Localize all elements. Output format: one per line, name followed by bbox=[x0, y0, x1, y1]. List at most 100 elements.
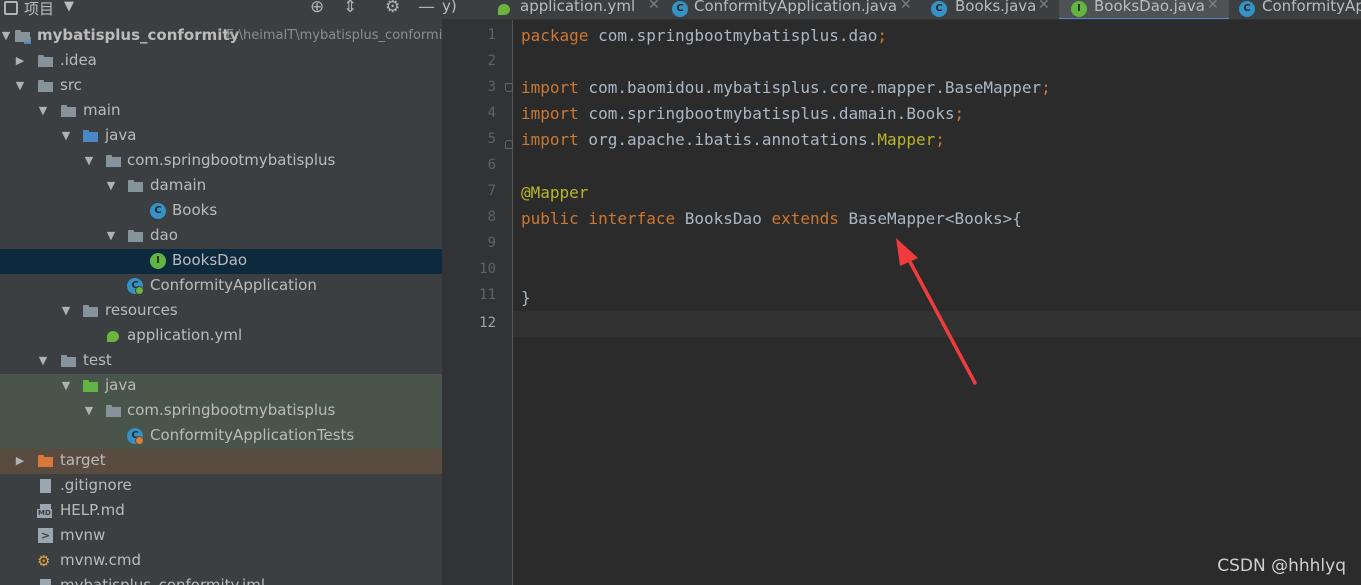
tree-row-mvnw[interactable]: mvnw bbox=[0, 524, 442, 549]
tree-row-damain[interactable]: ▼ damain bbox=[0, 174, 442, 199]
tree-row-dao[interactable]: ▼ dao bbox=[0, 224, 442, 249]
code-line-7: @Mapper bbox=[521, 183, 589, 202]
tree-item-label: java bbox=[105, 376, 137, 394]
tab-books-java[interactable]: C Books.java ✕ bbox=[929, 0, 1059, 19]
gitignore-file-icon bbox=[37, 478, 54, 494]
tree-row-package[interactable]: ▼ com.springbootmybatisplus bbox=[0, 149, 442, 174]
expand-arrow-icon[interactable]: ▼ bbox=[37, 104, 49, 118]
package-icon bbox=[105, 403, 122, 419]
tree-item-label: ConformityApplication bbox=[150, 276, 317, 294]
code-line-5: import org.apache.ibatis.annotations.Map… bbox=[521, 130, 945, 149]
tree-row-help-md[interactable]: MD HELP.md bbox=[0, 499, 442, 524]
gear-icon[interactable]: ⚙ bbox=[385, 0, 400, 17]
spring-boot-class-icon: C bbox=[1239, 1, 1255, 17]
tree-item-label: .gitignore bbox=[60, 476, 132, 494]
test-source-folder-icon bbox=[82, 378, 99, 394]
collapse-arrow-icon[interactable]: ▶ bbox=[14, 54, 26, 68]
tree-item-label: target bbox=[60, 451, 106, 469]
expand-arrow-icon[interactable]: ▼ bbox=[60, 129, 72, 143]
line-number: 10 bbox=[479, 261, 496, 277]
tree-row-main[interactable]: ▼ main bbox=[0, 99, 442, 124]
iml-file-icon bbox=[37, 578, 54, 585]
fold-marker-icon[interactable] bbox=[505, 83, 513, 92]
tree-item-label: com.springbootmybatisplus bbox=[127, 151, 336, 169]
resources-folder-icon bbox=[82, 303, 99, 319]
tree-row-test[interactable]: ▼ test bbox=[0, 349, 442, 374]
tree-row-test-package[interactable]: ▼ com.springbootmybatisplus bbox=[0, 399, 442, 424]
expand-arrow-icon[interactable]: ▼ bbox=[105, 229, 117, 243]
tree-row-module[interactable]: ▼ mybatisplus_conformity E:\heimaIT\myba… bbox=[0, 24, 442, 49]
tab-label: ConformityApplication.java bbox=[694, 0, 898, 15]
editor-gutter: 1 2 3 4 5 6 7 8 9 10 11 12 bbox=[442, 20, 513, 585]
close-tab-icon[interactable]: ✕ bbox=[900, 0, 912, 13]
line-number: 3 bbox=[487, 79, 496, 95]
locate-target-icon[interactable]: ⊕ bbox=[310, 0, 324, 17]
collapse-arrow-icon[interactable]: ▶ bbox=[14, 454, 26, 468]
folder-icon bbox=[60, 353, 77, 369]
tab-conformity-app-truncated[interactable]: C ConformityAp bbox=[1229, 0, 1361, 19]
close-tab-icon[interactable]: ✕ bbox=[1038, 0, 1050, 13]
tree-row-application-yml[interactable]: application.yml bbox=[0, 324, 442, 349]
view-dropdown-icon[interactable]: ▼ bbox=[64, 0, 74, 14]
expand-arrow-icon[interactable]: ▼ bbox=[105, 179, 117, 193]
tree-row-conformity-application[interactable]: C ConformityApplication bbox=[0, 274, 442, 299]
markdown-file-icon: MD bbox=[37, 503, 54, 519]
tree-row-idea[interactable]: ▶ .idea bbox=[0, 49, 442, 74]
folder-icon bbox=[37, 53, 54, 69]
expand-arrow-icon[interactable]: ▼ bbox=[0, 29, 12, 43]
tree-row-src[interactable]: ▼ src bbox=[0, 74, 442, 99]
tab-label: BooksDao.java bbox=[1094, 0, 1205, 15]
module-folder-icon bbox=[14, 28, 31, 44]
tree-row-test-java[interactable]: ▼ java bbox=[0, 374, 442, 399]
tree-row-java[interactable]: ▼ java bbox=[0, 124, 442, 149]
code-line-8: public interface BooksDao extends BaseMa… bbox=[521, 209, 1022, 228]
tab-conformity-application-java[interactable]: C ConformityApplication.java ✕ bbox=[666, 0, 929, 19]
tree-row-booksdao[interactable]: I BooksDao bbox=[0, 249, 442, 274]
project-panel-title[interactable]: 项目 bbox=[24, 0, 54, 19]
tree-item-label: ConformityApplicationTests bbox=[150, 426, 355, 444]
close-tab-icon[interactable]: ✕ bbox=[648, 0, 660, 13]
tree-row-iml[interactable]: mybatisplus_conformity.iml bbox=[0, 574, 442, 585]
expand-arrow-icon[interactable]: ▼ bbox=[60, 379, 72, 393]
folder-icon bbox=[60, 103, 77, 119]
tree-item-label: HELP.md bbox=[60, 501, 125, 519]
expand-arrow-icon[interactable]: ▼ bbox=[37, 354, 49, 368]
tab-booksdao-java[interactable]: I BooksDao.java ✕ bbox=[1059, 0, 1229, 19]
line-number: 11 bbox=[479, 287, 496, 303]
collapse-all-icon[interactable]: ⇕ bbox=[343, 0, 357, 17]
fold-marker-icon[interactable] bbox=[505, 140, 513, 149]
tab-truncated[interactable]: y) bbox=[442, 0, 492, 19]
cmd-script-icon: ⚙ bbox=[37, 552, 51, 570]
spring-yml-icon bbox=[496, 1, 512, 17]
line-number: 5 bbox=[487, 131, 496, 147]
expand-arrow-icon[interactable]: ▼ bbox=[14, 79, 26, 93]
expand-arrow-icon[interactable]: ▼ bbox=[83, 404, 95, 418]
module-path: E:\heimaIT\mybatisplus_conformity bbox=[226, 28, 442, 43]
tree-item-label: dao bbox=[150, 226, 178, 244]
tree-row-resources[interactable]: ▼ resources bbox=[0, 299, 442, 324]
hide-panel-icon[interactable]: — bbox=[418, 0, 435, 17]
interface-icon: I bbox=[1071, 1, 1087, 17]
expand-arrow-icon[interactable]: ▼ bbox=[83, 154, 95, 168]
tree-row-books[interactable]: C Books bbox=[0, 199, 442, 224]
close-tab-icon[interactable]: ✕ bbox=[1207, 0, 1219, 13]
tab-application-yml[interactable]: application.yml ✕ bbox=[492, 0, 666, 19]
tree-row-target[interactable]: ▶ target bbox=[0, 449, 442, 474]
line-number: 1 bbox=[487, 27, 496, 43]
tree-item-label: mvnw bbox=[60, 526, 106, 544]
code-line-3: import com.baomidou.mybatisplus.core.map… bbox=[521, 78, 1051, 97]
expand-arrow-icon[interactable]: ▼ bbox=[60, 304, 72, 318]
code-editor[interactable]: package com.springbootmybatisplus.dao; i… bbox=[513, 20, 1361, 585]
tree-item-label: resources bbox=[105, 301, 178, 319]
project-tool-window: 项目 ▼ ⊕ ⇕ ⚙ — ▼ mybatisplus_conformity E:… bbox=[0, 0, 442, 585]
tree-row-gitignore[interactable]: .gitignore bbox=[0, 474, 442, 499]
tree-row-mvnw-cmd[interactable]: ⚙ mvnw.cmd bbox=[0, 549, 442, 574]
tree-row-conformity-application-tests[interactable]: C ConformityApplicationTests bbox=[0, 424, 442, 449]
line-number: 4 bbox=[487, 105, 496, 121]
tab-label: ConformityAp bbox=[1262, 0, 1361, 15]
line-number: 8 bbox=[487, 209, 496, 225]
tree-item-label: application.yml bbox=[127, 326, 243, 344]
spring-boot-class-icon: C bbox=[127, 278, 144, 295]
class-icon: C bbox=[931, 1, 947, 17]
spring-test-class-icon: C bbox=[127, 428, 144, 445]
